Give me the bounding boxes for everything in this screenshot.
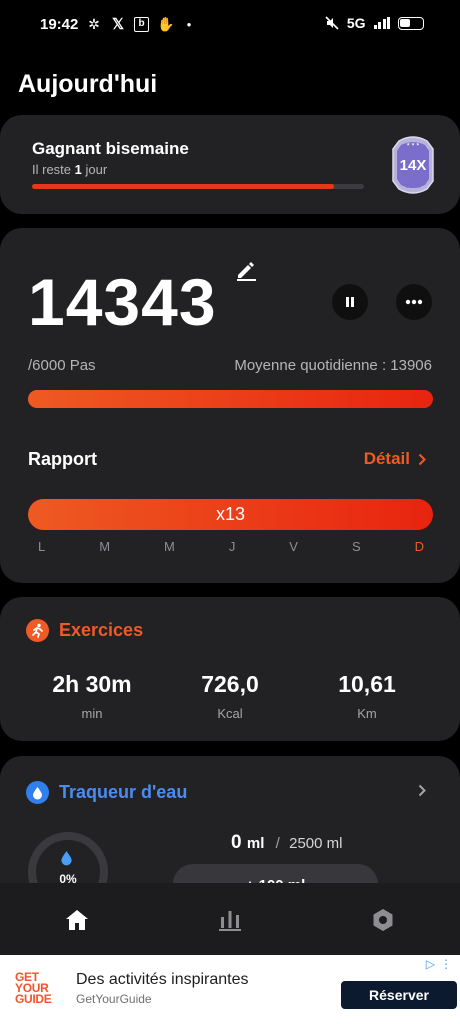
badge-sub: COMBO — [405, 184, 420, 189]
network-type: 5G — [346, 15, 366, 31]
stats-icon — [219, 911, 241, 931]
weekday-label: D — [414, 539, 424, 554]
status-bar: 19:42 ✲ 𝕏 b ✋ ● 5G — [0, 0, 460, 52]
pinwheel-icon: ✲ — [88, 15, 100, 32]
home-icon — [66, 910, 88, 930]
bottom-nav — [0, 883, 460, 955]
chevron-right-icon — [418, 453, 426, 465]
rapport-title: Rapport — [28, 449, 97, 469]
challenge-title: Gagnant bisemaine — [32, 139, 189, 158]
adchoices-icon[interactable]: ▷ — [426, 957, 435, 971]
steps-value: 14343 — [28, 265, 217, 339]
water-drop-icon — [26, 781, 49, 804]
ad-choices[interactable]: ▷ ⋮ — [426, 957, 452, 971]
combo-badge-icon: ★ ★ ★ 14X COMBO — [392, 136, 434, 194]
water-goal: 2500 ml — [289, 835, 343, 852]
ad-cta-button[interactable]: Réserver — [341, 981, 457, 1009]
ring-drop-icon — [61, 851, 72, 866]
ad-subtitle: GetYourGuide — [76, 992, 152, 1006]
exercise-calories: 726,0 Kcal — [170, 671, 290, 721]
steps-average: Moyenne quotidienne : 13906 — [234, 357, 432, 374]
challenge-progress-fill — [32, 184, 335, 189]
weekday-label: L — [38, 539, 46, 554]
remaining-count: 1 — [74, 162, 82, 177]
close-icon[interactable]: ⋮ — [440, 957, 452, 971]
running-icon — [26, 619, 49, 642]
water-current: 0 — [231, 832, 242, 853]
x-icon: 𝕏 — [111, 16, 125, 33]
page-title: Aujourd'hui — [18, 70, 158, 98]
nav-home[interactable] — [64, 907, 90, 933]
weekday-label: V — [289, 539, 298, 554]
water-separator: / — [275, 835, 280, 852]
status-time: 19:42 — [40, 16, 79, 33]
weekday-row: LMMJVSD — [28, 539, 433, 554]
water-amount: 0 ml / 2500 ml — [231, 832, 342, 854]
mute-icon — [325, 16, 339, 30]
weekday-label: M — [99, 539, 111, 554]
b-icon: b — [134, 16, 149, 32]
water-header: Traqueur d'eau — [26, 781, 187, 804]
water-title: Traqueur d'eau — [59, 782, 188, 802]
notification-icons: ✲ 𝕏 b ✋ ● — [86, 15, 197, 34]
weekday-label: M — [164, 539, 175, 554]
exercises-title: Exercices — [59, 620, 144, 640]
chevron-right-icon[interactable] — [418, 784, 426, 797]
nav-stats[interactable] — [217, 907, 243, 933]
stat-value: 2h 30m — [52, 671, 132, 697]
pause-icon — [346, 297, 354, 307]
exercises-card[interactable]: Exercices 2h 30m min 726,0 Kcal 10,61 Km — [0, 597, 460, 741]
stat-unit: Km — [357, 706, 377, 721]
system-icons: 5G — [325, 15, 424, 31]
streak-count: x13 — [215, 504, 246, 524]
stat-unit: min — [81, 706, 103, 721]
ad-banner[interactable]: GET YOUR GUIDE Des activités inspirantes G… — [0, 955, 460, 1024]
settings-icon — [373, 909, 393, 931]
challenge-progress-track — [32, 184, 364, 189]
hand-icon: ✋ — [157, 15, 175, 32]
more-options-button[interactable] — [396, 284, 432, 320]
ad-logo: GET YOUR GUIDE — [15, 970, 52, 1006]
pause-button[interactable] — [332, 284, 368, 320]
dot-icon: ● — [186, 19, 192, 29]
nav-settings[interactable] — [370, 907, 396, 933]
battery-icon — [398, 16, 424, 30]
stat-value: 726,0 — [201, 671, 259, 697]
signal-icon — [373, 17, 390, 29]
steps-card: 14343 /6000 Pas Moyenne quotidienne : 13… — [0, 228, 460, 583]
remaining-prefix: Il reste — [32, 162, 72, 177]
detail-label: Détail — [363, 449, 410, 468]
remaining-suffix: jour — [85, 162, 108, 177]
exercise-duration: 2h 30m min — [32, 671, 152, 721]
svg-text:★ ★ ★: ★ ★ ★ — [406, 142, 420, 147]
edit-goal-icon[interactable] — [234, 258, 258, 282]
weekday-label: S — [351, 539, 361, 554]
detail-link[interactable]: Détail — [364, 449, 426, 469]
steps-progress-bar — [28, 390, 433, 408]
stat-unit: Kcal — [217, 706, 243, 721]
ad-title: Des activités inspirantes — [76, 971, 249, 988]
exercises-header: Exercices — [26, 619, 143, 642]
challenge-remaining: Il reste 1 jour — [32, 162, 107, 177]
water-unit: ml — [246, 835, 265, 852]
steps-goal: /6000 Pas — [28, 357, 96, 374]
exercise-distance: 10,61 Km — [307, 671, 427, 721]
stat-value: 10,61 — [338, 671, 396, 697]
streak-bar: x13 — [28, 499, 433, 530]
badge-label: 14X — [400, 157, 427, 174]
weekday-label: J — [228, 539, 236, 554]
more-icon — [405, 299, 423, 305]
